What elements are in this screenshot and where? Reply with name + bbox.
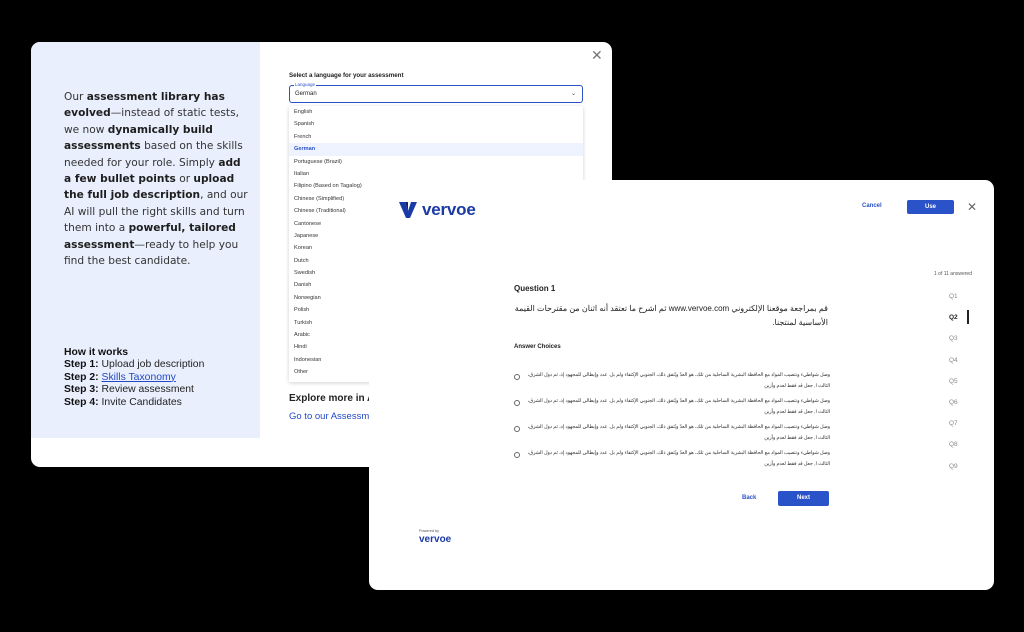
language-option-selected[interactable]: German <box>289 143 583 156</box>
question-text: قم بمراجعة موقعنا الإلكتروني www.vervoe.… <box>514 304 828 327</box>
language-label: Select a language for your assessment <box>289 72 404 79</box>
language-option[interactable]: Portuguese (Brazil) <box>289 156 583 168</box>
question-nav-item[interactable]: Q4 <box>949 356 974 377</box>
next-button[interactable]: Next <box>778 491 829 506</box>
radio-icon[interactable] <box>514 426 520 432</box>
skills-taxonomy-link[interactable]: Skills Taxonomy <box>102 372 176 383</box>
question-nav-item[interactable]: Q9 <box>949 462 974 483</box>
back-button[interactable]: Back <box>742 495 756 501</box>
language-value: German <box>295 91 317 97</box>
answer-choice[interactable]: وصل شواطيء ونتصيب المواد مع الحافظة البش… <box>514 423 830 449</box>
language-option[interactable]: Spanish <box>289 118 583 130</box>
powered-by-label: Powered by <box>419 529 440 533</box>
logo-wordmark: vervoe <box>422 200 476 219</box>
promo-text: Our assessment library has evolved—inste… <box>64 91 248 268</box>
question-nav-item[interactable]: Q3 <box>949 334 974 355</box>
answered-count: 1 of 11 answered <box>934 271 972 277</box>
powered-by-logo: vervoe <box>419 534 452 545</box>
question-nav-item[interactable]: Q7 <box>949 419 974 440</box>
how-it-works-title: How it works <box>64 347 129 358</box>
close-icon[interactable]: ✕ <box>591 47 603 64</box>
question-nav-item[interactable]: Q8 <box>949 440 974 461</box>
answer-choice-text: وصل شواطيء ونتصيب المواد مع الحافظة البش… <box>527 425 830 441</box>
question-nav-item[interactable]: Q6 <box>949 398 974 419</box>
answer-choice-text: وصل شواطيء ونتصيب المواد مع الحافظة البش… <box>527 373 830 389</box>
answer-choice[interactable]: وصل شواطيء ونتصيب المواد مع الحافظة البش… <box>514 397 830 423</box>
use-button[interactable]: Use <box>907 200 954 214</box>
info-panel: Our assessment library has evolved—inste… <box>31 42 260 438</box>
assessment-preview-dialog: vervoe Cancel Use ✕ 1 of 11 answered Q1 … <box>369 180 994 590</box>
cancel-button[interactable]: Cancel <box>862 203 882 209</box>
language-option[interactable]: English <box>289 106 583 118</box>
radio-icon[interactable] <box>514 400 520 406</box>
question-nav-item-active[interactable]: Q2 <box>949 310 974 334</box>
answer-choices-heading: Answer Choices <box>514 344 561 350</box>
vervoe-logo: vervoe <box>399 199 476 221</box>
powered-by: Powered by vervoe <box>419 529 451 545</box>
chevron-down-icon: ⌄ <box>570 91 576 97</box>
how-it-works: How it works Step 1: Upload job descript… <box>64 347 204 409</box>
step-4: Step 4: Invite Candidates <box>64 396 182 408</box>
assessment-library-link[interactable]: Go to our Assessm <box>289 411 369 422</box>
language-option[interactable]: French <box>289 131 583 143</box>
answer-choice-text: وصل شواطيء ونتصيب المواد مع الحافظة البش… <box>527 399 830 415</box>
close-icon[interactable]: ✕ <box>967 200 977 214</box>
vervoe-logo-icon <box>399 202 417 218</box>
question-nav-item[interactable]: Q1 <box>949 292 974 313</box>
language-field-label: Language <box>294 82 317 87</box>
radio-icon[interactable] <box>514 452 520 458</box>
question-title: Question 1 <box>514 284 556 293</box>
step-2: Step 2: Skills Taxonomy <box>64 371 176 383</box>
explore-heading: Explore more in A <box>289 393 375 404</box>
step-3: Step 3: Review assessment <box>64 384 194 396</box>
answer-choice-text: وصل شواطيء ونتصيب المواد مع الحافظة البش… <box>527 451 830 467</box>
question-nav: Q1 Q2 Q3 Q4 Q5 Q6 Q7 Q8 Q9 <box>949 292 974 483</box>
step-1: Step 1: Upload job description <box>64 359 205 371</box>
language-option[interactable]: Italian <box>289 168 583 180</box>
radio-icon[interactable] <box>514 374 520 380</box>
answer-choice[interactable]: وصل شواطيء ونتصيب المواد مع الحافظة البش… <box>514 449 830 475</box>
answer-choice[interactable]: وصل شواطيء ونتصيب المواد مع الحافظة البش… <box>514 371 830 397</box>
language-select[interactable]: Language German ⌄ <box>289 82 583 103</box>
question-nav-item[interactable]: Q5 <box>949 377 974 398</box>
